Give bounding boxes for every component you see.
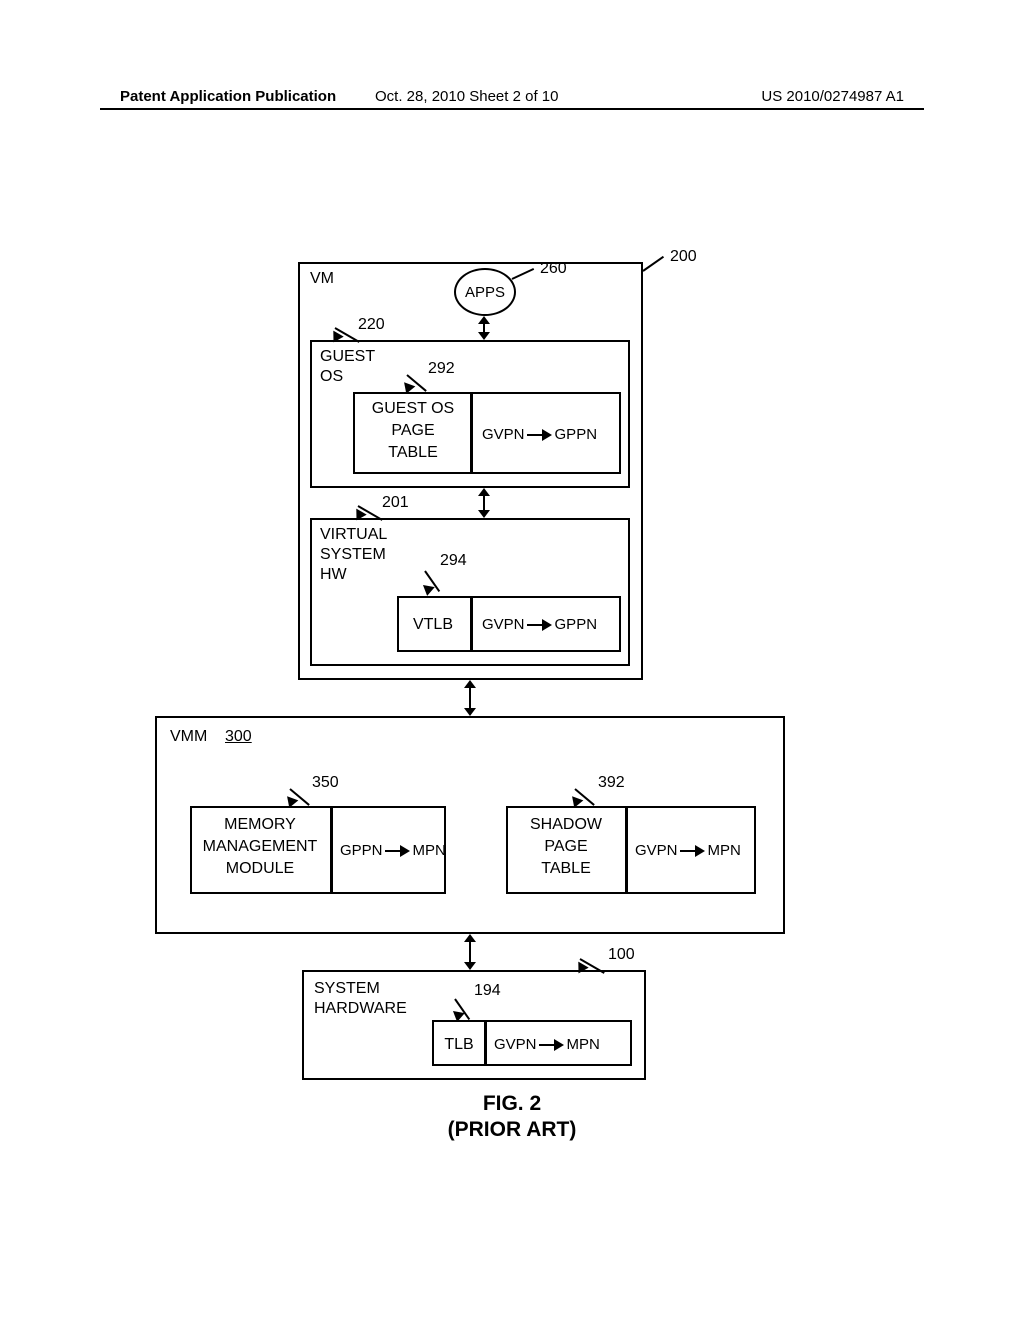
gpt-l1: GUEST OS (363, 400, 463, 418)
gpt-l3: TABLE (363, 444, 463, 462)
ref-350: 350 (312, 774, 339, 792)
mmm-mapping: GPPN MPN (340, 842, 446, 859)
apps-circle: APPS (454, 268, 516, 316)
arrow-vmm-syshw (464, 934, 476, 970)
mem-l3: MODULE (195, 860, 325, 878)
tlb-divider (484, 1020, 487, 1066)
spt-divider (625, 806, 628, 894)
arrow-vm-vmm (464, 680, 476, 716)
leader-294-head (421, 585, 435, 597)
gpt-map-from: GVPN (482, 426, 525, 443)
leader-200 (642, 256, 664, 272)
vsys-l2: SYSTEM (320, 546, 386, 564)
spt-map-from: GVPN (635, 842, 678, 859)
vtlb-label: VTLB (402, 616, 464, 634)
ref-100: 100 (608, 946, 635, 964)
vtlb-map-to: GPPN (555, 616, 598, 633)
vtlb-mapping: GVPN GPPN (482, 616, 597, 633)
gpt-map-to: GPPN (555, 426, 598, 443)
arrow-icon (539, 1039, 565, 1051)
guest-os-l1: GUEST (320, 348, 375, 366)
guest-os-l2: OS (320, 368, 343, 386)
diagram-canvas: VM 200 APPS 260 GUEST OS 220 GUEST OS PA… (0, 0, 1024, 1320)
sys-l2: HARDWARE (314, 1000, 407, 1018)
gpt-mapping: GVPN GPPN (482, 426, 597, 443)
vmm-label: VMM (170, 728, 207, 746)
figure-number: FIG. 2 (0, 1092, 1024, 1116)
ref-392: 392 (598, 774, 625, 792)
arrow-icon (680, 845, 706, 857)
ref-194: 194 (474, 982, 501, 1000)
vtlb-map-from: GVPN (482, 616, 525, 633)
ref-294: 294 (440, 552, 467, 570)
sys-l1: SYSTEM (314, 980, 380, 998)
arrow-icon (385, 845, 411, 857)
vtlb-divider (470, 596, 473, 652)
ref-292: 292 (428, 360, 455, 378)
tlb-mapping: GVPN MPN (494, 1036, 600, 1053)
figure-subtitle: (PRIOR ART) (0, 1118, 1024, 1142)
arrow-icon (527, 619, 553, 631)
spt-l2: PAGE (511, 838, 621, 856)
mem-l2: MANAGEMENT (195, 838, 325, 856)
arrow-guestos-vsys (478, 488, 490, 518)
spt-l3: TABLE (511, 860, 621, 878)
mmm-map-to: MPN (413, 842, 446, 859)
mmm-map-from: GPPN (340, 842, 383, 859)
tlb-label: TLB (437, 1036, 481, 1054)
spt-mapping: GVPN MPN (635, 842, 741, 859)
mmm-divider (330, 806, 333, 894)
tlb-map-to: MPN (567, 1036, 600, 1053)
vsys-l1: VIRTUAL (320, 526, 387, 544)
ref-201: 201 (382, 494, 409, 512)
leader-194-head (451, 1011, 465, 1023)
vm-label: VM (310, 270, 334, 288)
gpt-divider (470, 392, 473, 474)
arrow-apps-guestos (478, 316, 490, 340)
tlb-map-from: GVPN (494, 1036, 537, 1053)
ref-260: 260 (540, 260, 567, 278)
ref-300: 300 (225, 728, 252, 746)
apps-label: APPS (465, 284, 505, 301)
gpt-l2: PAGE (363, 422, 463, 440)
ref-200: 200 (670, 248, 697, 266)
arrow-icon (527, 429, 553, 441)
mem-l1: MEMORY (195, 816, 325, 834)
spt-l1: SHADOW (511, 816, 621, 834)
vsys-l3: HW (320, 566, 347, 584)
spt-map-to: MPN (708, 842, 741, 859)
ref-220: 220 (358, 316, 385, 334)
